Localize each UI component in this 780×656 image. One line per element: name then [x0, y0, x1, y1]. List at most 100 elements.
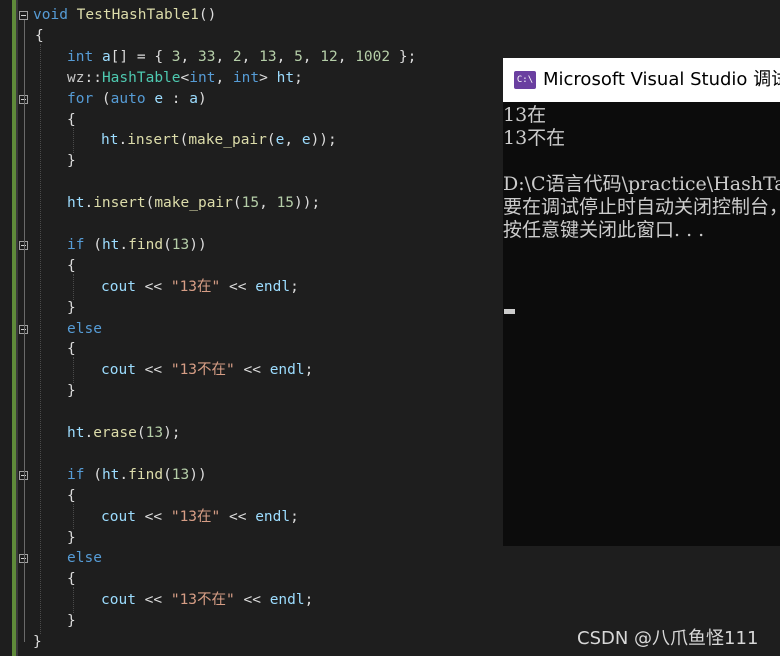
code-line: ht.erase(13); — [67, 423, 181, 443]
indent-guide — [73, 503, 74, 530]
collapse-icon[interactable] — [19, 11, 28, 20]
code-token: . — [118, 132, 128, 149]
code-token: 1002 — [355, 48, 391, 65]
console-title: Microsoft Visual Studio 调试控制台 — [543, 69, 780, 90]
code-line: } — [33, 632, 42, 652]
code-token: if — [67, 236, 85, 253]
code-token: << — [220, 508, 256, 525]
debug-console-window[interactable]: C:\ Microsoft Visual Studio 调试控制台 13在 13… — [503, 58, 780, 546]
code-token: erase — [93, 425, 137, 441]
indent-guide — [73, 357, 74, 384]
console-line: 13在 — [503, 104, 547, 126]
code-token: << — [135, 592, 171, 609]
code-token: ( — [84, 466, 102, 483]
code-token: << — [135, 362, 171, 379]
code-token: ht — [101, 466, 120, 483]
code-token: )); — [310, 132, 337, 149]
code-token: 13 — [171, 236, 190, 253]
code-token: "13在" — [170, 278, 221, 295]
code-token: void — [33, 7, 68, 23]
code-token: ; — [294, 69, 303, 86]
code-token: , — [259, 195, 277, 212]
code-token: { — [67, 341, 76, 358]
fold-guide — [24, 563, 25, 622]
code-token: insert — [93, 195, 146, 212]
code-line: void TestHashTable1() — [33, 5, 216, 25]
code-token: cout — [101, 362, 136, 379]
code-token: < — [180, 69, 190, 86]
code-token: ( — [163, 466, 172, 483]
indent-guide — [40, 43, 41, 634]
indent-guide — [73, 127, 74, 154]
code-token: :: — [84, 69, 102, 86]
code-token: , — [241, 48, 260, 65]
code-token: ( — [163, 236, 172, 253]
code-token: ; — [304, 362, 314, 379]
code-line: } — [67, 381, 76, 401]
code-token: > — [259, 69, 277, 86]
code-line: { — [67, 339, 76, 359]
code-token: ( — [93, 90, 111, 107]
console-app-icon: C:\ — [514, 71, 536, 89]
code-token: 15 — [276, 195, 295, 212]
code-line: for (auto e : a) — [67, 89, 207, 109]
code-token: { — [35, 27, 44, 44]
code-token: )); — [294, 195, 321, 212]
code-token: cout — [101, 278, 136, 295]
code-token: auto — [110, 90, 146, 107]
fold-guide — [24, 103, 25, 162]
code-token: . — [119, 466, 129, 483]
code-token: a — [189, 90, 198, 107]
code-token: "13不在" — [170, 362, 235, 379]
code-token: wz — [67, 69, 85, 86]
code-token: } — [67, 299, 76, 316]
code-token: , — [215, 69, 233, 86]
code-line: cout << "13不在" << endl; — [101, 360, 313, 380]
code-token: , — [276, 48, 295, 65]
code-token: TestHashTable1 — [76, 7, 199, 23]
code-token: << — [220, 278, 256, 295]
code-token: if — [67, 466, 85, 483]
gutter-margin — [16, 0, 18, 656]
code-token: ht — [67, 425, 85, 441]
console-cursor — [504, 309, 515, 314]
code-token: a — [101, 48, 111, 65]
code-token: else — [67, 320, 102, 337]
code-line: } — [67, 611, 76, 631]
code-token: "13在" — [170, 508, 221, 525]
code-token: () — [198, 7, 217, 23]
code-token: 5 — [294, 48, 303, 65]
code-token: "13不在" — [170, 592, 235, 609]
watermark: CSDN @八爪鱼怪111 — [577, 628, 759, 649]
code-line: { — [67, 486, 76, 506]
code-token: . — [119, 236, 129, 253]
code-token: ht — [101, 132, 119, 149]
code-token: 3 — [171, 48, 181, 65]
console-titlebar[interactable]: C:\ Microsoft Visual Studio 调试控制台 — [503, 58, 780, 102]
code-token: { — [67, 111, 76, 128]
console-line: 13不在 — [503, 127, 566, 149]
code-token: ; — [304, 592, 314, 609]
code-line: if (ht.find(13)) — [67, 465, 207, 485]
code-token: 2 — [232, 48, 242, 65]
console-line: 按任意键关闭此窗口. . . — [503, 219, 705, 241]
code-token: 13 — [145, 425, 164, 441]
code-token: << — [135, 278, 171, 295]
code-token: << — [234, 362, 270, 379]
code-token: else — [67, 550, 102, 567]
code-token: )) — [189, 466, 207, 483]
code-token: endl — [255, 278, 291, 295]
code-token: make_pair — [188, 132, 267, 149]
indent-guide — [73, 273, 74, 300]
code-line: ht.insert(make_pair(15, 15)); — [67, 193, 320, 213]
code-token: 33 — [197, 48, 216, 65]
code-token: insert — [127, 132, 180, 149]
code-token: ( — [136, 425, 146, 441]
code-token: [] = { — [110, 48, 172, 65]
code-token: 13 — [259, 48, 277, 65]
code-token: ( — [84, 236, 102, 253]
code-token: int — [232, 69, 260, 86]
